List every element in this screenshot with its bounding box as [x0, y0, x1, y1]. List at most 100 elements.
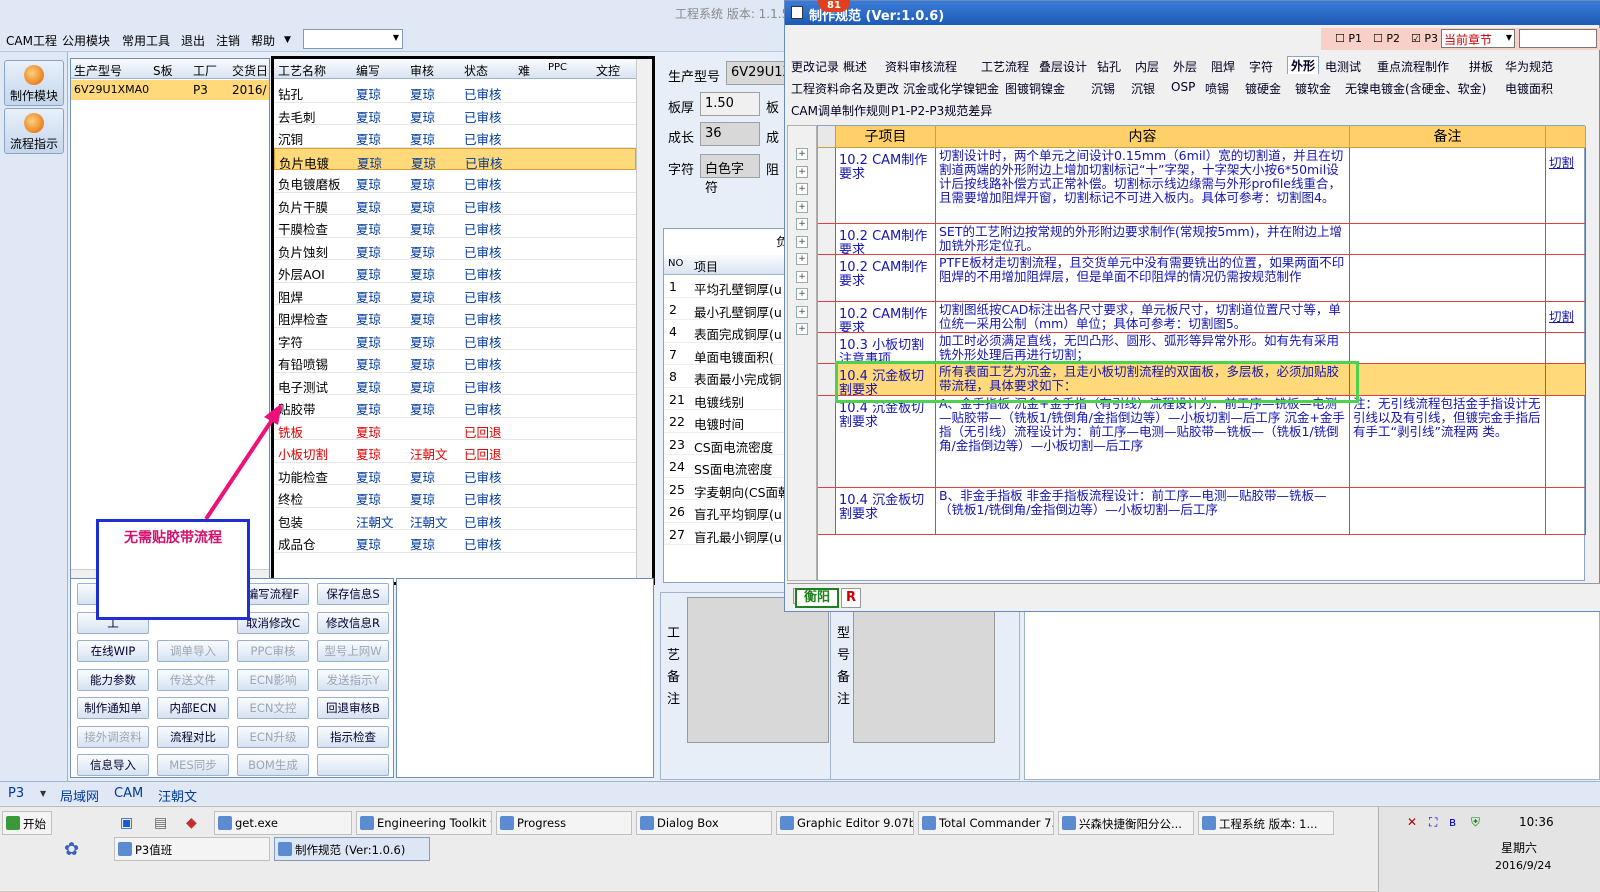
table-row[interactable]: 24 SS面电流密度 [664, 455, 794, 478]
tab-tabs_row1-14[interactable]: 华为规范 [1505, 58, 1553, 75]
sheet-tab-hengyang[interactable]: 衡阳 [795, 588, 839, 608]
tab-tabs_row2-3[interactable]: 沉锡 [1091, 80, 1115, 97]
expand-icon[interactable]: + [796, 235, 808, 248]
table-row[interactable]: 10.2 CAM制作要求 PTFE板材走切割流程，且交货单元中没有需要铣出的位置，… [818, 255, 1586, 302]
table-row[interactable]: 10.2 CAM制作要求 切割设计时，两个单元之间设计0.15mm（6mil）宽的… [818, 148, 1586, 224]
action-button[interactable]: 指示检查 [317, 725, 389, 748]
table-row[interactable]: 6V29U1XMA0 P3 2016/ [71, 80, 269, 100]
taskbar-item-active[interactable]: 制作规范 (Ver:1.0.6) [274, 837, 430, 861]
chevron-down-icon[interactable]: ▼ [284, 35, 291, 45]
quicklaunch-icon[interactable]: ▣ [120, 815, 133, 831]
action-button[interactable]: 能力参数 [77, 668, 149, 691]
table-row[interactable]: 包装 汪朝文 汪朝文 已审核 [274, 508, 636, 530]
expand-icon[interactable]: + [796, 183, 808, 195]
col-writer[interactable]: 编写 [356, 62, 380, 79]
tab-tabs_row1-10[interactable]: 外形 [1287, 56, 1320, 74]
taskbar-item[interactable]: Graphic Editor 9.07b... [776, 811, 914, 835]
vertical-scrollbar[interactable] [636, 59, 652, 579]
tab-tabs_row2-9[interactable]: 无镍电镀金(含硬金、软金) [1345, 80, 1486, 97]
table-row[interactable]: 7 单面电镀面积( [664, 343, 794, 365]
col-difficulty[interactable]: 难 [518, 62, 530, 79]
chevron-down-icon[interactable]: ▼ [40, 789, 46, 798]
menu-tools[interactable]: 常用工具 [122, 32, 170, 49]
expand-icon[interactable]: + [796, 218, 808, 230]
table-row[interactable]: 10.2 CAM制作要求 切割图纸按CAD标注出各尺寸要求，单元板尺寸，切割道位置… [818, 302, 1586, 333]
table-row[interactable]: 终检 夏琼 夏琼 已审核 [274, 485, 636, 508]
tab-tabs_row2-6[interactable]: 喷锡 [1205, 80, 1229, 97]
table-row[interactable]: 26 盲孔平均铜厚(u [664, 500, 794, 523]
thickness-field[interactable]: 1.50 [700, 92, 760, 116]
taskbar-item[interactable]: P3值班 [114, 837, 270, 861]
tab-tabs_row1-1[interactable]: 概述 [843, 58, 867, 75]
col-extra[interactable] [1546, 126, 1586, 148]
action-button[interactable]: 调单导入 [157, 640, 229, 662]
action-button[interactable]: BOM生成 [237, 754, 309, 776]
tab-tabs_row2-10[interactable]: 电镀面积 [1505, 80, 1553, 97]
table-row[interactable]: 21 电镀线别 [664, 388, 794, 410]
tab-tabs_row1-2[interactable]: 资料审核流程 [885, 58, 957, 75]
col-reviewer[interactable]: 审核 [410, 62, 434, 79]
network-icon[interactable]: ⛶ [1429, 815, 1437, 830]
table-row[interactable]: 阻焊检查 夏琼 夏琼 已审核 [274, 305, 636, 328]
tab-tabs_row1-4[interactable]: 叠层设计 [1039, 58, 1087, 75]
p3-checkbox[interactable]: ☑ P3 [1411, 32, 1438, 45]
col-date[interactable]: 交货日 [232, 62, 268, 79]
tab-tabs_row2-5[interactable]: OSP [1171, 80, 1195, 94]
table-row[interactable]: 功能检查 夏琼 夏琼 已审核 [274, 463, 636, 485]
shield-icon[interactable]: ⛨ [1471, 815, 1480, 830]
action-button[interactable]: 回退审核B [317, 697, 389, 719]
action-button[interactable]: 传送文件 [157, 668, 229, 691]
action-button[interactable]: 信息导入 [77, 754, 149, 776]
table-row[interactable]: 22 电镀时间 [664, 410, 794, 433]
tab-tabs_row2-1[interactable]: 沉金或化学镍钯金 [903, 80, 999, 97]
table-row[interactable]: 27 盲孔最小铜厚(u [664, 523, 794, 545]
col-content[interactable]: 内容 [936, 126, 1350, 148]
char-field[interactable]: 白色字符 [700, 154, 760, 196]
menu-cam[interactable]: CAM工程 [6, 32, 57, 49]
table-row[interactable]: 4 表面完成铜厚(u [664, 320, 794, 343]
status-factory[interactable]: P3 [8, 786, 24, 801]
action-button[interactable]: 型号上网W [317, 640, 389, 662]
menu-combo[interactable]: ▼ [303, 29, 403, 49]
table-row[interactable]: 外层AOI 夏琼 夏琼 已审核 [274, 260, 636, 283]
col-sub-item[interactable]: 子项目 [836, 126, 936, 148]
tab-tabs_row1-3[interactable]: 工艺流程 [981, 58, 1029, 75]
table-row[interactable]: 铣板 夏琼 已回退 [274, 418, 636, 440]
action-button[interactable]: 修改信息R [317, 611, 389, 634]
table-row[interactable]: 23 CS面电流密度 [664, 433, 794, 455]
close-x-icon[interactable]: ✕ [1407, 815, 1417, 829]
action-button[interactable]: 制作通知单 [77, 697, 149, 719]
tab-tabs_row1-6[interactable]: 内层 [1135, 58, 1159, 75]
process-remark-field[interactable] [687, 597, 829, 743]
tab-tabs_row2-4[interactable]: 沉银 [1131, 80, 1155, 97]
menu-public[interactable]: 公用模块 [62, 32, 110, 49]
tab-tabs_row3-1[interactable]: P1-P2-P3规范差异 [891, 102, 992, 119]
tab-tabs_row1-5[interactable]: 钻孔 [1097, 58, 1121, 75]
action-button[interactable]: 保存信息S [317, 583, 389, 605]
tab-tabs_row1-7[interactable]: 外层 [1173, 58, 1197, 75]
tab-tabs_row2-2[interactable]: 图镀铜镍金 [1005, 80, 1065, 97]
col-doc-control[interactable]: 文控 [596, 62, 620, 79]
taskbar-item[interactable]: get.exe [214, 811, 352, 835]
flow-guide-button[interactable]: 流程指示 [4, 108, 64, 154]
col-status[interactable]: 状态 [464, 62, 488, 79]
table-row[interactable]: 25 字麦朝向(CS面朝 [664, 478, 794, 500]
table-row[interactable]: 负片蚀刻 夏琼 夏琼 已审核 [274, 238, 636, 260]
table-row[interactable]: 10.4 沉金板切割要求 A、金手指板 沉金+金手指（有引线）流程设计为：前工序—… [818, 396, 1586, 488]
menu-logout[interactable]: 注销 [216, 32, 240, 49]
menu-help[interactable]: 帮助 [251, 32, 275, 49]
table-row[interactable]: 成品仓 夏琼 夏琼 已审核 [274, 530, 636, 553]
col-no[interactable]: NO [668, 258, 683, 269]
tab-tabs_row2-8[interactable]: 镀软金 [1295, 80, 1331, 97]
action-button[interactable]: ECN文控 [237, 697, 309, 719]
taskbar-item[interactable]: 工程系统 版本: 1... [1198, 811, 1334, 835]
bluetooth-icon[interactable]: ʙ [1449, 815, 1456, 829]
make-module-button[interactable]: 制作模块 [4, 60, 64, 106]
start-button[interactable]: 开始 [2, 811, 52, 835]
search-input[interactable] [1519, 29, 1597, 48]
table-row[interactable]: 2 最小孔壁铜厚(u [664, 298, 794, 320]
tab-tabs_row2-0[interactable]: 工程资料命名及更改 [791, 80, 899, 97]
expand-icon[interactable]: + [796, 200, 808, 213]
chapter-select[interactable]: 当前章节 ▼ [1441, 29, 1515, 48]
table-row[interactable]: 电子测试 夏琼 夏琼 已审核 [274, 373, 636, 395]
